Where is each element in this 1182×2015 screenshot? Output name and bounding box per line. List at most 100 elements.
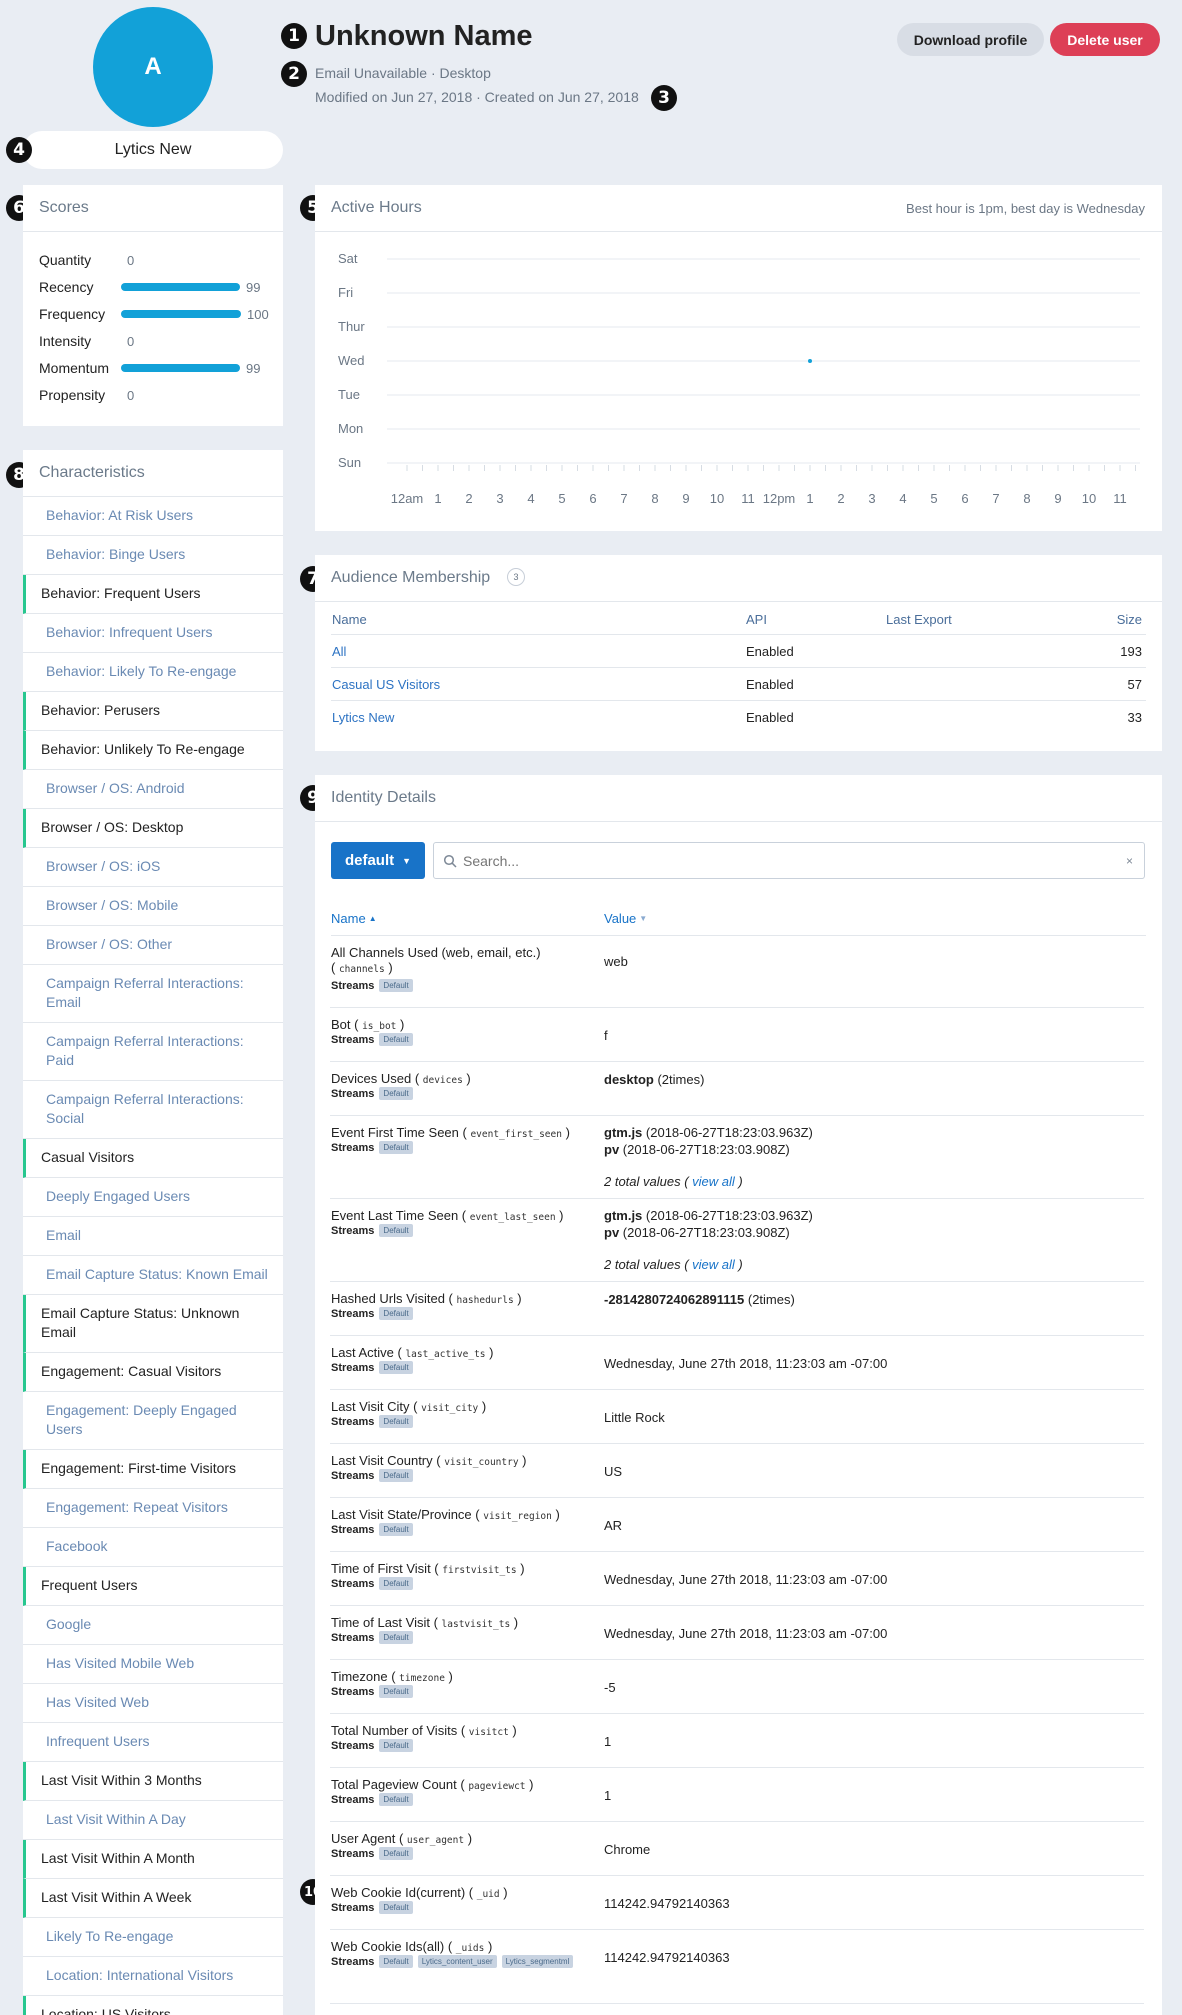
characteristic-item[interactable]: Email Capture Status: Unknown Email [23,1295,283,1353]
identity-field-value: web [604,953,628,970]
identity-field-code: channels [338,964,385,975]
characteristic-item[interactable]: Engagement: Deeply Engaged Users [23,1392,283,1450]
identity-value-line: Little Rock [604,1410,665,1425]
score-value: 99 [246,279,261,295]
chart-day-label: Sat [338,251,358,266]
characteristic-item[interactable]: Behavior: Infrequent Users [23,614,283,653]
chart-hour-label: 2 [465,491,472,506]
characteristic-item[interactable]: Browser / OS: Android [23,770,283,809]
view-all-link[interactable]: view all [692,1174,735,1189]
scores-panel: Scores Quantity 0 Recency 99 Frequency 100 Int… [23,185,283,426]
identity-col-name[interactable]: Name ▲ [331,911,377,926]
characteristic-item[interactable]: Location: US Visitors [23,1996,283,2015]
characteristic-item[interactable]: Browser / OS: Desktop [23,809,283,848]
streams-label: Streams [331,1361,375,1374]
identity-field-label: Time of Last Visit [331,1615,430,1630]
characteristic-item[interactable]: Browser / OS: Other [23,926,283,965]
active-hours-title: Active Hours [331,199,422,216]
identity-row: Web Cookie Ids(all) ( _uids ) Streams Defa… [330,1930,1144,2004]
audience-api-cell: Enabled [746,644,794,659]
characteristic-item[interactable]: Infrequent Users [23,1723,283,1762]
identity-streams: Streams Default [331,1847,413,1860]
download-profile-button[interactable]: Download profile [897,23,1044,56]
identity-row: Last Visit State/Province ( visit_region… [330,1498,1144,1552]
characteristic-item[interactable]: Email Capture Status: Known Email [23,1256,283,1295]
identity-col-name-label: Name [331,911,366,926]
characteristics-title: Characteristics [39,464,145,481]
search-input[interactable] [463,852,1126,869]
characteristic-item[interactable]: Last Visit Within A Week [23,1879,283,1918]
identity-field-value: -5 [604,1679,616,1696]
chart-day-label: Thur [338,319,365,334]
audience-col-last-export[interactable]: Last Export [886,612,952,627]
characteristic-item[interactable]: Campaign Referral Interactions: Social [23,1081,283,1139]
characteristic-item[interactable]: Has Visited Mobile Web [23,1645,283,1684]
clear-search-icon[interactable]: × [1126,854,1133,868]
characteristic-item[interactable]: Browser / OS: iOS [23,848,283,887]
characteristic-item[interactable]: Google [23,1606,283,1645]
chart-hour-label: 7 [620,491,627,506]
characteristics-header: Characteristics [23,450,283,497]
streams-label: Streams [331,1847,375,1860]
streams-label: Streams [331,1141,375,1154]
total-values-close: ) [738,1257,743,1272]
audience-name-link[interactable]: All [332,644,346,659]
characteristic-item[interactable]: Casual Visitors [23,1139,283,1178]
characteristic-item[interactable]: Engagement: Repeat Visitors [23,1489,283,1528]
characteristic-item[interactable]: Campaign Referral Interactions: Paid [23,1023,283,1081]
characteristic-item[interactable]: Behavior: Perusers [23,692,283,731]
characteristic-item[interactable]: Behavior: Unlikely To Re-engage [23,731,283,770]
identity-field-value: gtm.js (2018-06-27T18:23:03.963Z) pv (201… [604,1207,813,1273]
identity-col-value[interactable]: Value ▼ [604,911,647,926]
identity-field-code: _uids [455,1943,485,1954]
audience-col-size[interactable]: Size [1117,612,1142,627]
identity-field-name: Last Visit City ( visit_city ) [331,1399,487,1414]
score-label: Momentum [39,360,110,376]
characteristic-item[interactable]: Browser / OS: Mobile [23,887,283,926]
characteristic-item[interactable]: Facebook [23,1528,283,1567]
audience-col-name[interactable]: Name [332,612,367,627]
segment-pill[interactable]: Lytics New [23,131,283,169]
characteristic-item[interactable]: Last Visit Within 3 Months [23,1762,283,1801]
score-value: 0 [127,387,135,403]
audience-name-link[interactable]: Lytics New [332,710,394,725]
characteristic-item[interactable]: Behavior: Frequent Users [23,575,283,614]
identity-field-name: Total Pageview Count ( pageviewct ) [331,1777,534,1792]
identity-field-name: Last Active ( last_active_ts ) [331,1345,494,1360]
characteristic-item[interactable]: Last Visit Within A Day [23,1801,283,1840]
characteristic-item[interactable]: Frequent Users [23,1567,283,1606]
characteristic-item[interactable]: Location: International Visitors [23,1957,283,1996]
identity-field-value: 114242.94792140363 [604,1895,730,1912]
identity-field-label: Last Visit Country [331,1453,433,1468]
characteristic-item[interactable]: Engagement: Casual Visitors [23,1353,283,1392]
characteristic-item[interactable]: Deeply Engaged Users [23,1178,283,1217]
characteristic-item[interactable]: Behavior: Binge Users [23,536,283,575]
chart-hour-label: 4 [527,491,534,506]
characteristic-item[interactable]: Campaign Referral Interactions: Email [23,965,283,1023]
chart-hour-label: 1 [434,491,441,506]
characteristic-item[interactable]: Behavior: At Risk Users [23,497,283,536]
identity-field-value: 1 [604,1733,611,1750]
identity-streams: Streams Default [331,1685,413,1698]
characteristic-item[interactable]: Email [23,1217,283,1256]
characteristic-item[interactable]: Engagement: First-time Visitors [23,1450,283,1489]
characteristic-item[interactable]: Has Visited Web [23,1684,283,1723]
identity-field-code: pageviewct [468,1781,526,1792]
characteristic-item[interactable]: Likely To Re-engage [23,1918,283,1957]
search-icon [443,854,457,868]
delete-user-button[interactable]: Delete user [1050,23,1160,56]
identity-field-value: -2814280724062891115 (2times) [604,1291,795,1308]
chart-hour-label: 6 [589,491,596,506]
stream-tag: Default [379,1415,413,1428]
characteristic-item[interactable]: Last Visit Within A Month [23,1840,283,1879]
identity-field-name: Bot ( is_bot ) [331,1017,405,1032]
chart-hour-label: 12am [391,491,424,506]
identity-field-value: Wednesday, June 27th 2018, 11:23:03 am -… [604,1355,887,1372]
chart-hour-label: 4 [899,491,906,506]
stream-dropdown-button[interactable]: default ▼ [331,842,425,879]
chart-hour-label: 3 [496,491,503,506]
audience-col-api[interactable]: API [746,612,767,627]
view-all-link[interactable]: view all [692,1257,735,1272]
characteristic-item[interactable]: Behavior: Likely To Re-engage [23,653,283,692]
audience-name-link[interactable]: Casual US Visitors [332,677,440,692]
